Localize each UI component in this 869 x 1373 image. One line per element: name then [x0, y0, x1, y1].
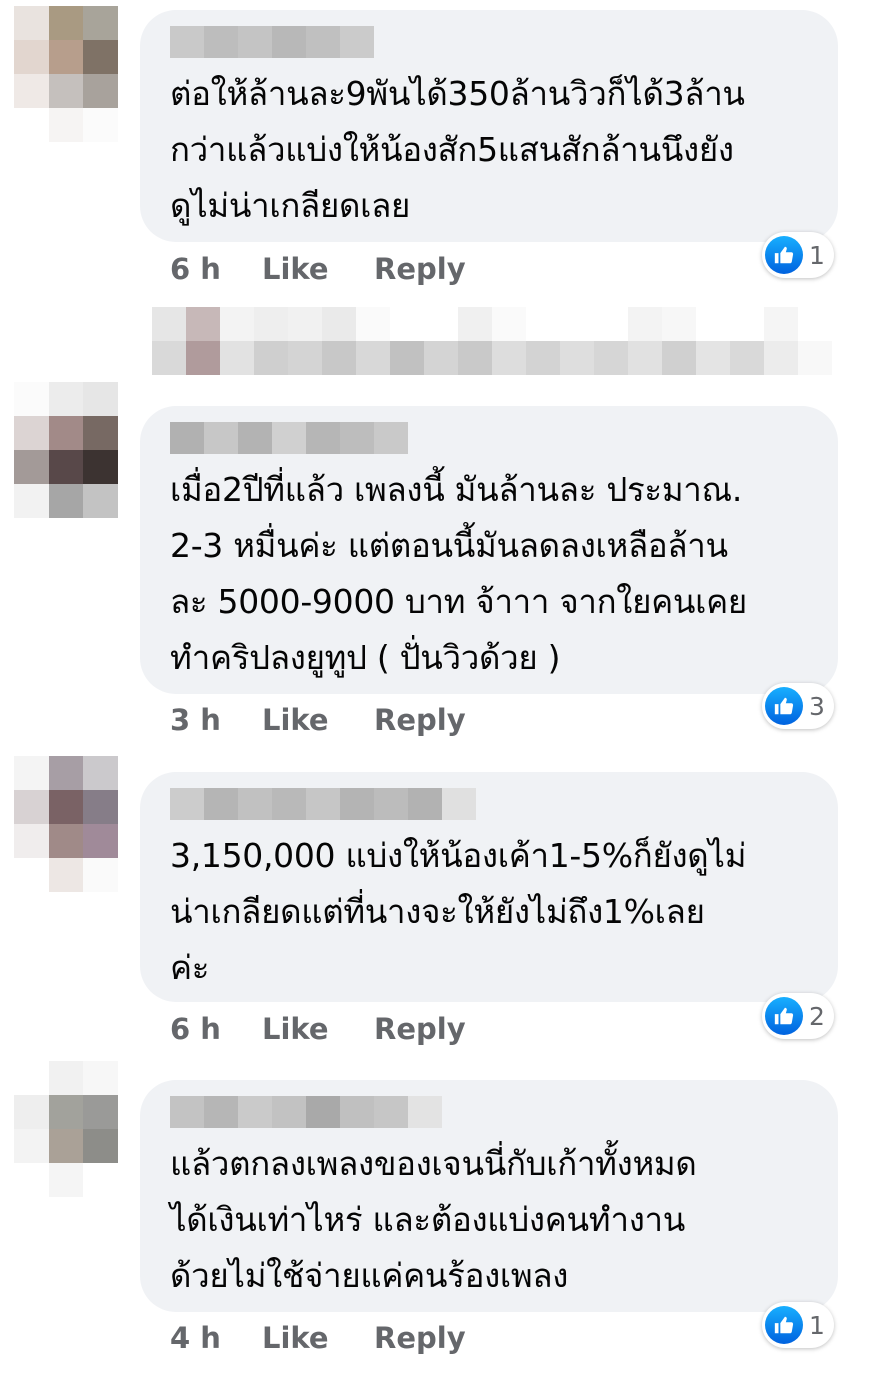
reply-button[interactable]: Reply [374, 1321, 466, 1355]
commenter-name[interactable] [170, 1096, 810, 1128]
timestamp[interactable]: 6 h [170, 252, 262, 286]
reply-button[interactable]: Reply [374, 252, 466, 286]
like-button[interactable]: Like [262, 252, 374, 286]
avatar[interactable] [14, 1061, 118, 1197]
comment-actions: 6 h Like Reply [170, 249, 466, 289]
commenter-name[interactable] [170, 788, 810, 820]
avatar[interactable] [14, 6, 118, 142]
like-thumb-icon [765, 997, 803, 1035]
reply-button[interactable]: Reply [374, 1012, 466, 1046]
reaction-count: 1 [809, 1310, 825, 1340]
comment-actions: 4 h Like Reply [170, 1318, 466, 1358]
reaction-summary[interactable]: 1 [762, 232, 834, 278]
comment-text: แล้วตกลงเพลงของเจนนี่กับเก้าทั้งหมด ได้เ… [170, 1144, 697, 1295]
commenter-name[interactable] [170, 26, 810, 58]
reaction-count: 2 [809, 1001, 825, 1031]
reply-button[interactable]: Reply [374, 703, 466, 737]
like-thumb-icon [765, 1306, 803, 1344]
comment-bubble: 3,150,000 แบ่งให้น้องเค้า1-5%ก็ยังดูไม่ … [140, 772, 838, 1002]
reaction-summary[interactable]: 3 [762, 683, 834, 729]
hidden-reply-link[interactable] [152, 307, 832, 341]
timestamp[interactable]: 6 h [170, 1012, 262, 1046]
avatar[interactable] [14, 756, 118, 892]
comment-actions: 6 h Like Reply [170, 1009, 466, 1049]
hidden-reply-link-text[interactable] [152, 341, 832, 375]
comment-bubble: ต่อให้ล้านละ9พันได้350ล้านวิวก็ได้3ล้าน … [140, 10, 838, 242]
comment-bubble: แล้วตกลงเพลงของเจนนี่กับเก้าทั้งหมด ได้เ… [140, 1080, 838, 1312]
avatar[interactable] [14, 382, 118, 518]
like-button[interactable]: Like [262, 1012, 374, 1046]
like-button[interactable]: Like [262, 703, 374, 737]
timestamp[interactable]: 3 h [170, 703, 262, 737]
timestamp[interactable]: 4 h [170, 1321, 262, 1355]
like-thumb-icon [765, 236, 803, 274]
reaction-summary[interactable]: 1 [762, 1302, 834, 1348]
like-button[interactable]: Like [262, 1321, 374, 1355]
reaction-summary[interactable]: 2 [762, 993, 834, 1039]
reaction-count: 1 [809, 240, 825, 270]
reaction-count: 3 [809, 691, 825, 721]
like-thumb-icon [765, 687, 803, 725]
comment-bubble: เมื่อ2ปีที่แล้ว เพลงนี้ มันล้านละ ประมาณ… [140, 406, 838, 694]
comment-text: ต่อให้ล้านละ9พันได้350ล้านวิวก็ได้3ล้าน … [170, 74, 745, 225]
commenter-name[interactable] [170, 422, 810, 454]
comment-text: 3,150,000 แบ่งให้น้องเค้า1-5%ก็ยังดูไม่ … [170, 836, 747, 987]
comment-actions: 3 h Like Reply [170, 700, 466, 740]
comment-text: เมื่อ2ปีที่แล้ว เพลงนี้ มันล้านละ ประมาณ… [170, 470, 747, 677]
